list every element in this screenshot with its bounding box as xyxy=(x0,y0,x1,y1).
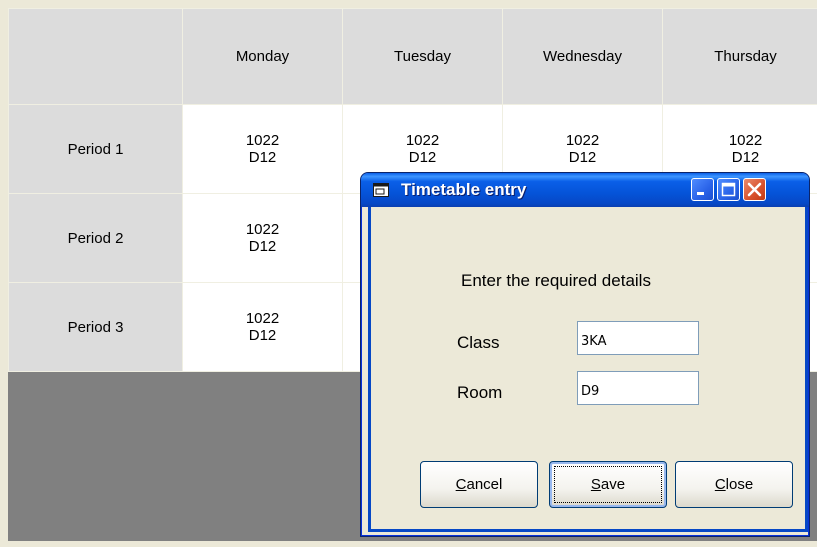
dialog-prompt: Enter the required details xyxy=(461,271,651,290)
cell-class: 1022 xyxy=(245,132,280,149)
class-label: Class xyxy=(457,333,500,352)
room-label: Room xyxy=(457,383,503,402)
timetable-cell[interactable]: 1022 D12 xyxy=(182,104,343,194)
day-header-tuesday[interactable]: Tuesday xyxy=(342,8,503,105)
cancel-label: ancel xyxy=(466,476,503,493)
cancel-button[interactable]: Cancel xyxy=(420,461,538,508)
maximize-button[interactable] xyxy=(717,178,740,201)
room-input[interactable] xyxy=(577,371,699,405)
cell-room: D12 xyxy=(248,327,277,344)
dialog-title: Timetable entry xyxy=(401,180,527,199)
class-input[interactable] xyxy=(577,321,699,355)
close-mnemonic: C xyxy=(714,476,726,493)
window-app-icon xyxy=(373,183,389,197)
header-row: Monday Tuesday Wednesday Thursday xyxy=(8,8,817,105)
cell-class: 1022 xyxy=(245,310,280,327)
save-button[interactable]: Save xyxy=(549,461,667,508)
cell-room: D12 xyxy=(248,238,277,255)
period-label[interactable]: Period 3 xyxy=(8,282,183,372)
cell-room: D12 xyxy=(248,149,277,166)
close-label: lose xyxy=(725,476,754,493)
minimize-button[interactable] xyxy=(691,178,714,201)
timetable-cell[interactable]: 1022 D12 xyxy=(182,193,343,283)
period-label[interactable]: Period 1 xyxy=(8,104,183,194)
focus-rectangle xyxy=(554,466,662,503)
window-bottom-edge xyxy=(0,541,817,547)
maximize-icon xyxy=(721,182,736,197)
dialog-titlebar[interactable]: Timetable entry xyxy=(361,173,809,207)
window-top-edge xyxy=(0,0,817,8)
cancel-mnemonic: C xyxy=(455,476,467,493)
minimize-icon xyxy=(697,192,704,195)
cell-class: 1022 xyxy=(728,132,763,149)
cell-class: 1022 xyxy=(565,132,600,149)
window-left-edge xyxy=(0,0,8,547)
cell-room: D12 xyxy=(731,149,760,166)
corner-cell xyxy=(8,8,183,105)
screen: Monday Tuesday Wednesday Thursday Period… xyxy=(0,0,817,547)
day-header-thursday[interactable]: Thursday xyxy=(662,8,817,105)
day-header-wednesday[interactable]: Wednesday xyxy=(502,8,663,105)
dialog-body: Enter the required details Class Room Ca… xyxy=(368,207,808,532)
period-label[interactable]: Period 2 xyxy=(8,193,183,283)
cell-class: 1022 xyxy=(245,221,280,238)
timetable-cell[interactable]: 1022 D12 xyxy=(182,282,343,372)
cell-room: D12 xyxy=(408,149,437,166)
close-window-button[interactable] xyxy=(743,178,766,201)
cell-room: D12 xyxy=(568,149,597,166)
timetable-entry-dialog: Timetable entry Enter the required detai… xyxy=(361,173,809,536)
close-button[interactable]: Close xyxy=(675,461,793,508)
close-icon xyxy=(747,182,762,197)
day-header-monday[interactable]: Monday xyxy=(182,8,343,105)
cell-class: 1022 xyxy=(405,132,440,149)
